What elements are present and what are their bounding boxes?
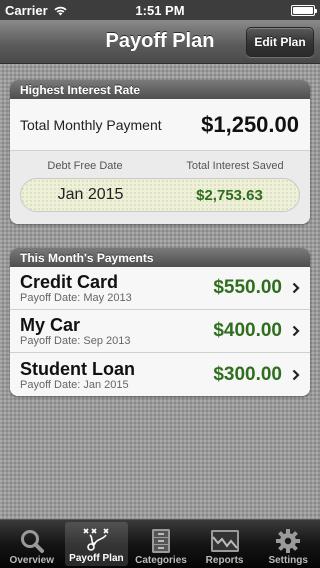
edit-plan-button[interactable]: Edit Plan [246,27,314,57]
playbook-icon [80,525,112,553]
page-title: Payoff Plan [105,30,215,52]
summary-box: Debt Free Date Total Interest Saved Jan … [10,151,310,224]
tab-overview[interactable]: Overview [0,520,64,568]
tab-label: Payoff Plan [69,553,124,564]
interest-saved-label: Total Interest Saved [186,160,284,172]
battery-icon [291,4,317,16]
payment-row-credit-card[interactable]: Credit Card Payoff Date: May 2013 $550.0… [10,267,310,310]
tab-reports[interactable]: Reports [193,520,257,568]
tab-label: Settings [268,555,308,566]
chevron-right-icon [292,282,300,294]
payment-name: Credit Card [20,271,119,292]
interest-saved-value: $2,753.63 [196,186,263,204]
monthly-payment-label: Total Monthly Payment [20,116,162,133]
tab-label: Categories [135,555,187,566]
tab-settings[interactable]: Settings [256,520,320,568]
debt-free-value: Jan 2015 [57,186,124,203]
tab-label: Overview [9,555,55,566]
payment-amount: $550.00 [213,277,282,298]
debt-free-label: Debt Free Date [47,160,123,172]
tab-categories[interactable]: Categories [129,520,193,568]
payments-card: This Month's Payments Credit Card Payoff… [10,248,310,396]
chart-icon [209,527,241,555]
payment-name: My Car [20,314,81,335]
navigation-bar: Payoff Plan Edit Plan [0,20,320,64]
payment-payoff-date: Payoff Date: May 2013 [20,291,132,304]
carrier-label: Carrier [5,2,48,18]
summary-pill: Jan 2015 $2,753.63 [20,178,300,212]
gear-icon [272,527,304,555]
monthly-payment-row: Total Monthly Payment $1,250.00 [10,99,310,151]
interest-rate-header: Highest Interest Rate [10,80,310,99]
payment-payoff-date: Payoff Date: Jan 2015 [20,378,129,391]
payment-row-my-car[interactable]: My Car Payoff Date: Sep 2013 $400.00 [10,310,310,353]
tab-payoff-plan[interactable]: Payoff Plan [64,522,129,566]
chevron-right-icon [292,325,300,337]
payment-amount: $300.00 [213,364,282,385]
payments-header: This Month's Payments [10,248,310,267]
payment-amount: $400.00 [213,320,282,341]
payment-payoff-date: Payoff Date: Sep 2013 [20,334,131,347]
filing-cabinet-icon [145,527,177,555]
payment-name: Student Loan [20,358,135,379]
chevron-right-icon [292,369,300,381]
wifi-icon [53,5,68,16]
payment-row-student-loan[interactable]: Student Loan Payoff Date: Jan 2015 $300.… [10,353,310,396]
tab-label: Reports [205,555,244,566]
monthly-payment-value: $1,250.00 [201,111,299,137]
status-bar: Carrier 1:51 PM [0,0,320,20]
magnifier-icon [16,527,48,555]
tab-bar: Overview Payoff Plan Categories Reports … [0,519,320,568]
interest-rate-card: Highest Interest Rate Total Monthly Paym… [10,80,310,224]
